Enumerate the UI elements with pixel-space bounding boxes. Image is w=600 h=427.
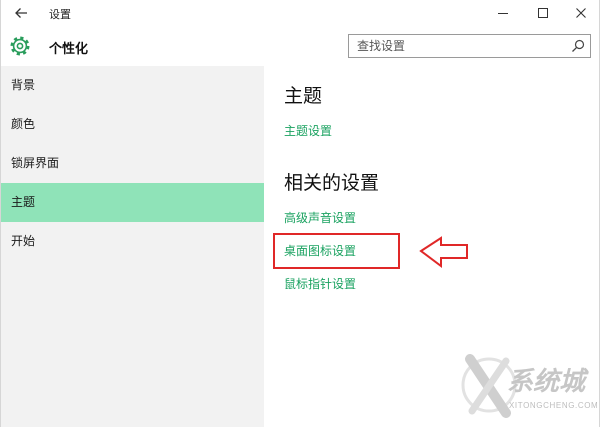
window-title: 设置 xyxy=(49,9,71,21)
back-button[interactable] xyxy=(7,2,35,24)
minimize-icon xyxy=(498,13,508,14)
theme-settings-link[interactable]: 主题设置 xyxy=(284,124,332,139)
sidebar-item-colors[interactable]: 颜色 xyxy=(1,105,264,144)
search-input[interactable] xyxy=(349,35,564,57)
maximize-icon xyxy=(538,8,548,18)
maximize-button[interactable] xyxy=(523,0,563,26)
watermark-brand: 系统城 xyxy=(507,366,586,396)
mouse-pointer-settings-link[interactable]: 鼠标指针设置 xyxy=(284,277,356,292)
search-box[interactable] xyxy=(348,34,591,58)
settings-window: 设置 个性化 背景 颜色 锁屏界面 主题 开始 xyxy=(0,0,600,427)
highlight-box xyxy=(273,233,400,269)
themes-heading: 主题 xyxy=(284,86,323,107)
personalization-header-icon xyxy=(9,35,31,57)
gear-icon xyxy=(10,36,30,56)
close-icon xyxy=(576,8,586,18)
close-button[interactable] xyxy=(561,0,599,26)
advanced-sound-settings-link[interactable]: 高级声音设置 xyxy=(284,211,356,226)
red-left-arrow-icon xyxy=(419,236,468,268)
search-icon[interactable] xyxy=(571,39,585,53)
minimize-button[interactable] xyxy=(483,0,523,26)
sidebar-item-background[interactable]: 背景 xyxy=(1,66,264,105)
sidebar-item-themes[interactable]: 主题 xyxy=(1,183,264,222)
related-settings-heading: 相关的设置 xyxy=(284,173,380,194)
watermark-url: XITONGCHENG.COM xyxy=(509,401,599,410)
page-title: 个性化 xyxy=(49,41,89,56)
sidebar: 背景 颜色 锁屏界面 主题 开始 xyxy=(1,66,264,427)
back-arrow-icon xyxy=(15,8,27,18)
sidebar-item-lock-screen[interactable]: 锁屏界面 xyxy=(1,144,264,183)
sidebar-item-start[interactable]: 开始 xyxy=(1,222,264,261)
